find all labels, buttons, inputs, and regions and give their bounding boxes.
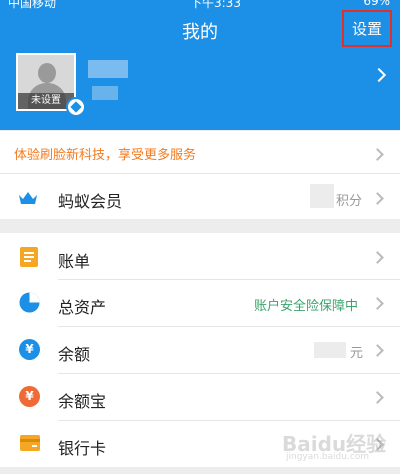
points-label: 积分 (336, 194, 363, 209)
menu-item-bill[interactable]: 账单 (0, 233, 400, 279)
currency-unit: 元 (350, 346, 364, 361)
status-bar: 中国移动 下午3:33 69% (0, 0, 400, 10)
menu-item-label: 账单 (58, 252, 91, 271)
menu-item-label: 余额 (58, 345, 91, 364)
avatar-head-shape (38, 63, 56, 83)
menu-item-yuebao[interactable]: ¥ 余额宝 (0, 374, 400, 420)
membership-label: 蚂蚁会员 (58, 192, 123, 211)
battery-label: 69% (363, 0, 390, 8)
points-value-blurred (310, 184, 334, 208)
carrier-label: 中国移动 (8, 0, 57, 10)
clock-label: 下午3:33 (190, 0, 241, 10)
chevron-right-icon (371, 391, 384, 404)
balance-value-blurred (314, 342, 346, 358)
profile-header: 中国移动 下午3:33 69% 我的 设置 未设置 (0, 0, 400, 130)
verify-icon (66, 97, 86, 117)
assets-pie-icon (19, 292, 40, 313)
chevron-right-icon (371, 297, 384, 310)
bank-card-icon (20, 435, 40, 451)
face-scan-promo[interactable]: 体验刷脸新科技，享受更多服务 (14, 144, 196, 163)
menu-item-label: 银行卡 (58, 439, 107, 458)
menu-item-label: 余额宝 (58, 392, 107, 411)
bill-icon (20, 247, 38, 267)
chevron-right-icon[interactable] (371, 67, 387, 83)
chevron-right-icon (371, 148, 384, 161)
account-id-blurred (92, 86, 118, 100)
divider (0, 173, 400, 174)
menu-item-label: 总资产 (58, 298, 107, 317)
page-title: 我的 (182, 22, 218, 43)
baidu-watermark-url: jingyan.baidu.com (286, 452, 370, 462)
settings-button[interactable]: 设置 (342, 10, 392, 47)
yuebao-bag-icon: ¥ (19, 386, 40, 407)
chevron-right-icon (371, 251, 384, 264)
username-blurred (88, 60, 128, 78)
insurance-status: 账户安全险保障中 (254, 299, 359, 314)
promo-membership-card: 体验刷脸新科技，享受更多服务 蚂蚁会员 积分 (0, 131, 400, 219)
balance-yuan-icon: ¥ (19, 339, 40, 360)
chevron-right-icon (371, 344, 384, 357)
